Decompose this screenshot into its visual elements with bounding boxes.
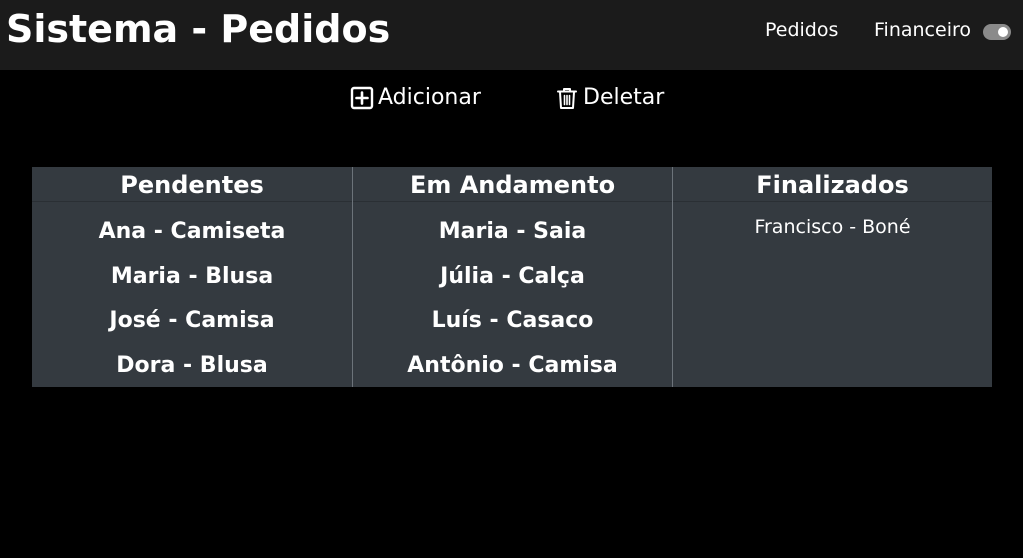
order-item[interactable]: Júlia - Calça	[353, 255, 672, 300]
order-item[interactable]: Maria - Saia	[353, 210, 672, 255]
plus-square-icon	[350, 86, 374, 110]
nav-link-pedidos[interactable]: Pedidos	[765, 18, 838, 42]
column-title-finalizados: Finalizados	[673, 167, 992, 202]
toggle-knob	[998, 27, 1008, 37]
order-item[interactable]: Francisco - Boné	[673, 212, 992, 242]
order-item[interactable]: José - Camisa	[32, 299, 352, 344]
order-item[interactable]: Dora - Blusa	[32, 344, 352, 389]
column-em-andamento: Em Andamento Maria - Saia Júlia - Calça …	[352, 167, 672, 387]
navbar: Sistema - Pedidos Pedidos Financeiro	[0, 0, 1023, 70]
order-item[interactable]: Ana - Camiseta	[32, 210, 352, 255]
delete-button-label: Deletar	[583, 85, 665, 110]
delete-button[interactable]: Deletar	[555, 84, 664, 112]
orders-board: Pendentes Ana - Camiseta Maria - Blusa J…	[32, 167, 992, 387]
add-button-label: Adicionar	[378, 85, 481, 110]
column-title-pendentes: Pendentes	[32, 167, 352, 202]
trash-icon	[557, 88, 577, 109]
order-item[interactable]: Antônio - Camisa	[353, 344, 672, 389]
order-item[interactable]: Maria - Blusa	[32, 255, 352, 300]
column-finalizados: Finalizados Francisco - Boné	[672, 167, 992, 387]
column-pendentes: Pendentes Ana - Camiseta Maria - Blusa J…	[32, 167, 352, 387]
page-title: Sistema - Pedidos	[6, 7, 391, 51]
order-item[interactable]: Luís - Casaco	[353, 299, 672, 344]
theme-toggle[interactable]	[983, 24, 1011, 40]
nav-link-financeiro[interactable]: Financeiro	[874, 18, 971, 42]
add-button[interactable]: Adicionar	[350, 84, 481, 112]
column-title-em-andamento: Em Andamento	[353, 167, 672, 202]
